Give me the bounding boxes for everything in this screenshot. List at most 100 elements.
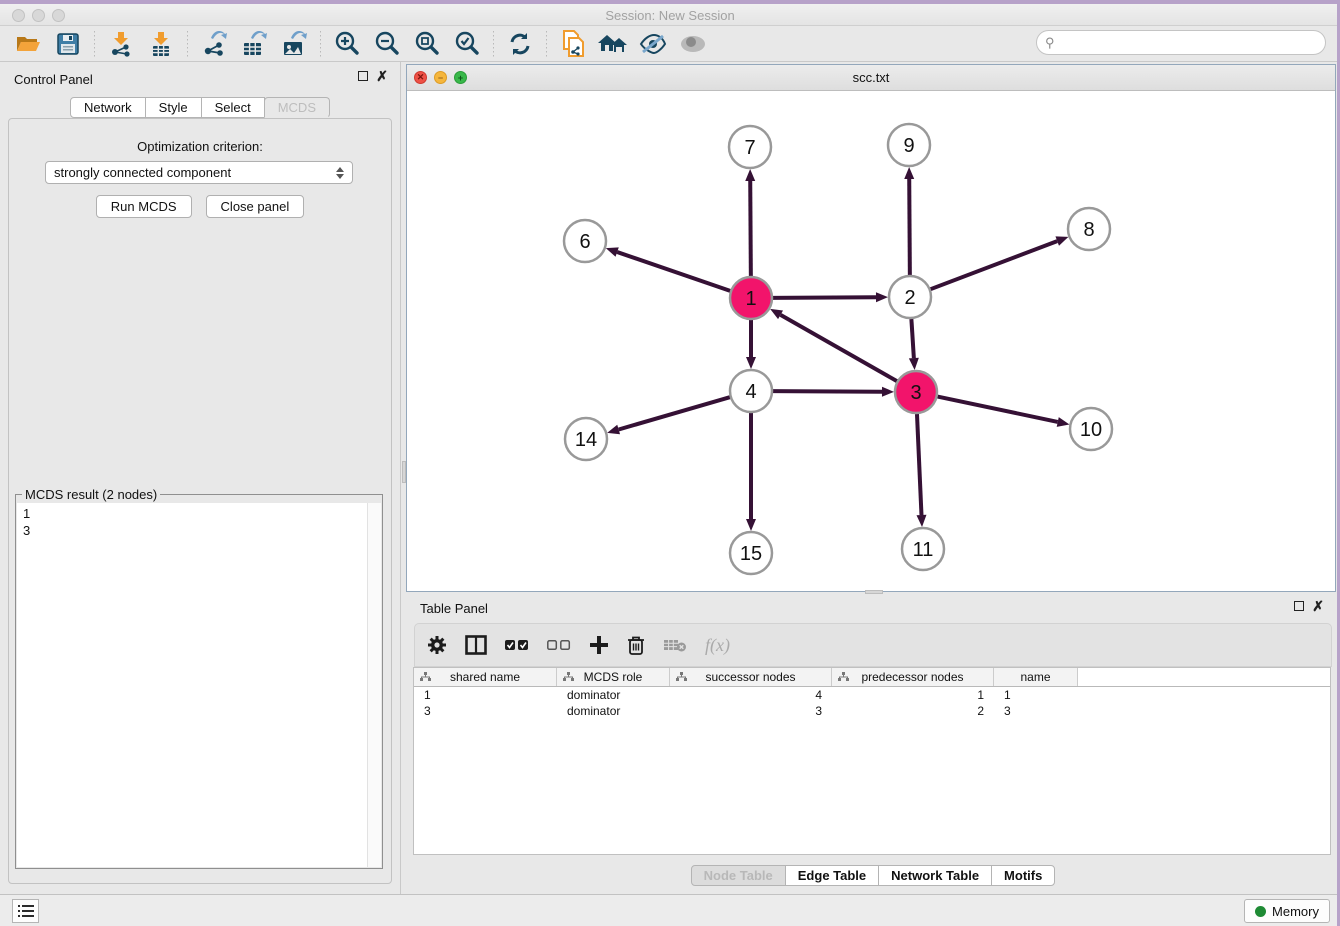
tab-edge-table[interactable]: Edge Table (785, 865, 879, 886)
window-top-border (0, 0, 1340, 4)
table-row[interactable]: 1dominator411 (414, 687, 1330, 703)
mcds-result-title: MCDS result (2 nodes) (22, 487, 160, 502)
run-mcds-button[interactable]: Run MCDS (96, 195, 192, 218)
float-table-panel-icon[interactable] (1294, 601, 1304, 611)
column-header-predecessor-nodes[interactable]: predecessor nodes (832, 668, 994, 686)
zoom-in-icon[interactable] (330, 29, 364, 59)
tab-network[interactable]: Network (70, 97, 146, 118)
export-network-icon[interactable] (197, 29, 231, 59)
graph-node-label-9: 9 (903, 135, 914, 157)
graph-node-label-2: 2 (904, 287, 915, 309)
splitter-handle-horizontal[interactable] (865, 590, 883, 594)
status-bar: Memory (0, 894, 1340, 926)
zoom-out-icon[interactable] (370, 29, 404, 59)
hide-details-icon[interactable] (636, 29, 670, 59)
select-arrows-icon (336, 167, 344, 179)
tab-network-table[interactable]: Network Table (878, 865, 992, 886)
titlebar: Session: New Session (0, 4, 1340, 26)
save-icon[interactable] (51, 29, 85, 59)
import-network-icon[interactable] (104, 29, 138, 59)
graph-edge-3-11[interactable] (917, 414, 922, 515)
memory-button[interactable]: Memory (1244, 899, 1330, 923)
deselect-all-columns-icon[interactable] (547, 639, 571, 651)
column-header-shared-name[interactable]: shared name (414, 668, 557, 686)
cell-name[interactable]: 3 (994, 703, 1078, 719)
main-toolbar: ⚲ (0, 26, 1340, 62)
tab-style[interactable]: Style (145, 97, 202, 118)
graph-edge-1-7[interactable] (750, 181, 751, 276)
table-toolbar: f(x) (414, 623, 1332, 667)
tab-motifs[interactable]: Motifs (991, 865, 1055, 886)
graph-edge-2-8[interactable] (931, 241, 1058, 289)
export-table-icon[interactable] (237, 29, 271, 59)
column-header-successor-nodes[interactable]: successor nodes (670, 668, 832, 686)
graph-edge-4-3[interactable] (773, 391, 882, 392)
zoom-selected-icon[interactable] (450, 29, 484, 59)
cell-name[interactable]: 1 (994, 687, 1078, 703)
cell-successor-nodes[interactable]: 4 (670, 687, 832, 703)
tab-node-table[interactable]: Node Table (691, 865, 786, 886)
tab-select[interactable]: Select (201, 97, 265, 118)
cell-MCDS-role[interactable]: dominator (557, 703, 670, 719)
gear-icon[interactable] (427, 635, 447, 655)
node-table: shared nameMCDS rolesuccessor nodesprede… (413, 667, 1331, 855)
control-panel-title: Control Panel (14, 72, 93, 87)
add-row-icon[interactable] (589, 635, 609, 655)
import-table-icon[interactable] (144, 29, 178, 59)
control-panel-tabs: NetworkStyleSelectMCDS (0, 97, 400, 118)
show-details-icon[interactable] (676, 29, 710, 59)
cell-shared-name[interactable]: 1 (414, 687, 557, 703)
zoom-fit-icon[interactable] (410, 29, 444, 59)
refresh-icon[interactable] (503, 29, 537, 59)
home-icon[interactable] (596, 29, 630, 59)
cell-successor-nodes[interactable]: 3 (670, 703, 832, 719)
delete-table-icon[interactable] (663, 637, 687, 653)
mcds-result-box: MCDS result (2 nodes) 1 3 (15, 494, 383, 869)
delete-row-icon[interactable] (627, 635, 645, 655)
column-header-MCDS-role[interactable]: MCDS role (557, 668, 670, 686)
graph-edge-2-3[interactable] (911, 319, 913, 358)
toolbar-separator (320, 31, 321, 57)
cell-shared-name[interactable]: 3 (414, 703, 557, 719)
cell-MCDS-role[interactable]: dominator (557, 687, 670, 703)
optimization-criterion-select[interactable]: strongly connected component (45, 161, 353, 184)
result-scrollbar[interactable] (367, 503, 381, 867)
cell-predecessor-nodes[interactable]: 1 (832, 687, 994, 703)
search-input[interactable] (1059, 33, 1325, 53)
window-title: Session: New Session (0, 8, 1340, 23)
float-panel-icon[interactable] (358, 71, 368, 81)
graph-node-label-15: 15 (740, 543, 762, 565)
close-table-panel-icon[interactable]: ✗ (1312, 601, 1324, 611)
network-view-window: ✕ − + scc.txt 7968124314101511 (406, 64, 1336, 592)
graph-edge-1-2[interactable] (773, 297, 876, 298)
graph-node-label-11: 11 (913, 539, 934, 561)
select-all-columns-icon[interactable] (505, 639, 529, 651)
function-builder-icon[interactable]: f(x) (705, 635, 730, 656)
export-image-icon[interactable] (277, 29, 311, 59)
control-panel: Control Panel ✗ NetworkStyleSelectMCDS O… (0, 62, 401, 894)
tab-mcds[interactable]: MCDS (264, 97, 330, 118)
graph-node-label-10: 10 (1080, 419, 1102, 441)
close-panel-icon[interactable]: ✗ (376, 71, 388, 81)
mcds-result-text[interactable]: 1 3 (17, 503, 367, 867)
graph-edge-4-14[interactable] (619, 397, 730, 429)
open-folder-icon[interactable] (11, 29, 45, 59)
graph-edge-1-6[interactable] (617, 252, 730, 291)
cell-predecessor-nodes[interactable]: 2 (832, 703, 994, 719)
graph-node-label-4: 4 (745, 381, 756, 403)
network-canvas[interactable]: 7968124314101511 (407, 91, 1335, 591)
column-header-name[interactable]: name (994, 668, 1078, 686)
splitter-handle-vertical[interactable] (402, 461, 406, 483)
task-history-button[interactable] (12, 899, 39, 923)
graph-node-label-3: 3 (910, 382, 921, 404)
copy-network-icon[interactable] (556, 29, 590, 59)
split-columns-icon[interactable] (465, 635, 487, 655)
close-panel-button[interactable]: Close panel (206, 195, 305, 218)
graph-edge-3-10[interactable] (938, 397, 1058, 422)
graph-edge-2-9[interactable] (909, 179, 910, 275)
table-header-row: shared nameMCDS rolesuccessor nodesprede… (414, 668, 1330, 687)
graph-edge-3-1[interactable] (781, 315, 897, 381)
table-panel: Table Panel ✗ (406, 596, 1340, 892)
table-row[interactable]: 3dominator323 (414, 703, 1330, 719)
toolbar-separator (546, 31, 547, 57)
